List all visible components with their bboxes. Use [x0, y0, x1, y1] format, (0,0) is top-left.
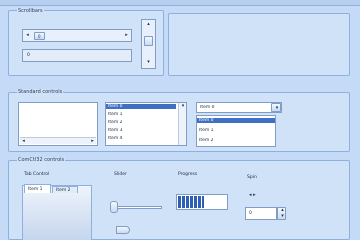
scroll-left-arrow-icon[interactable]: ◂: [24, 33, 31, 38]
slider-thumb[interactable]: [110, 201, 118, 213]
scrollbars-group-title: Scrollbars: [17, 8, 44, 14]
tab-item-1-label: Item 1: [28, 187, 43, 192]
progress-bar: [176, 194, 228, 210]
slider-label: Slider: [114, 172, 127, 177]
listbox[interactable]: Item 0 Item 1 Item 2 Item 3 Item 4 ▾: [105, 102, 187, 146]
combo-box[interactable]: Item 0 ▾: [196, 102, 282, 113]
scroll-down-arrow-icon[interactable]: ▾: [145, 60, 152, 65]
top-right-panel: [168, 13, 350, 76]
scroll-up-arrow-icon[interactable]: ▴: [145, 22, 152, 27]
scroll-right-arrow-icon[interactable]: ▸: [123, 33, 130, 38]
tab-item-1[interactable]: Item 1: [24, 184, 51, 193]
combo-dropdown-list[interactable]: Item 0 Item 1 Item 2: [196, 115, 276, 147]
edit-hscrollbar[interactable]: ◂ ▸: [20, 137, 96, 144]
standard-controls-group-title: Standard controls: [17, 89, 64, 95]
slider-track[interactable]: [114, 206, 162, 209]
list-item[interactable]: Item 1: [197, 128, 275, 133]
edit-scroll-right-icon[interactable]: ▸: [90, 139, 95, 144]
listbox-scroll-down-icon[interactable]: ▾: [180, 104, 186, 109]
horizontal-scrollbar[interactable]: ◂ 0 ▸: [22, 29, 132, 42]
spin-arrows-icon[interactable]: ◂ ▸: [249, 193, 256, 198]
tab-control-label: Tab Control: [24, 172, 50, 177]
tab-control[interactable]: Item 1 Item 2: [22, 184, 92, 240]
list-item[interactable]: Item 0: [106, 104, 176, 109]
list-item[interactable]: Item 3: [106, 128, 176, 133]
scrollbar-value-text: 0: [27, 53, 30, 58]
list-item[interactable]: Item 2: [106, 120, 176, 125]
listbox-vscrollbar[interactable]: ▾: [178, 103, 186, 145]
progress-label: Progress: [178, 172, 198, 177]
combo-dropdown-button[interactable]: ▾: [271, 103, 281, 112]
list-item[interactable]: Item 4: [106, 136, 176, 141]
spin-down-icon[interactable]: ▾: [279, 214, 286, 219]
tab-item-2-label: Item 2: [56, 188, 71, 193]
horizontal-scroll-thumb[interactable]: 0: [34, 32, 45, 40]
spin-edit[interactable]: 0: [245, 207, 277, 220]
list-item[interactable]: Item 1: [106, 112, 176, 117]
slider-secondary-thumb[interactable]: [116, 226, 130, 234]
tab-item-2[interactable]: Item 2: [52, 186, 78, 193]
chevron-down-icon: ▾: [275, 105, 279, 111]
spin-value: 0: [249, 211, 252, 216]
list-item[interactable]: Item 2: [197, 138, 275, 143]
edit-scroll-left-icon[interactable]: ◂: [21, 139, 26, 144]
thumb-caption: 0: [38, 34, 41, 39]
scrollbar-value-field[interactable]: 0: [22, 49, 132, 62]
spin-label: Spin: [247, 175, 257, 180]
vertical-scroll-thumb[interactable]: [144, 36, 153, 46]
combo-value: Item 0: [200, 105, 215, 110]
spin-buttons[interactable]: ▴ ▾: [277, 207, 286, 220]
vertical-scrollbar[interactable]: ▴ ▾: [141, 19, 156, 69]
progress-fill: [178, 196, 204, 208]
list-item[interactable]: Item 0: [197, 118, 275, 123]
title-strip: [0, 0, 360, 6]
comctl32-controls-group-title: ComCtl32 controls: [17, 157, 66, 163]
multiline-edit[interactable]: ◂ ▸: [18, 102, 98, 146]
